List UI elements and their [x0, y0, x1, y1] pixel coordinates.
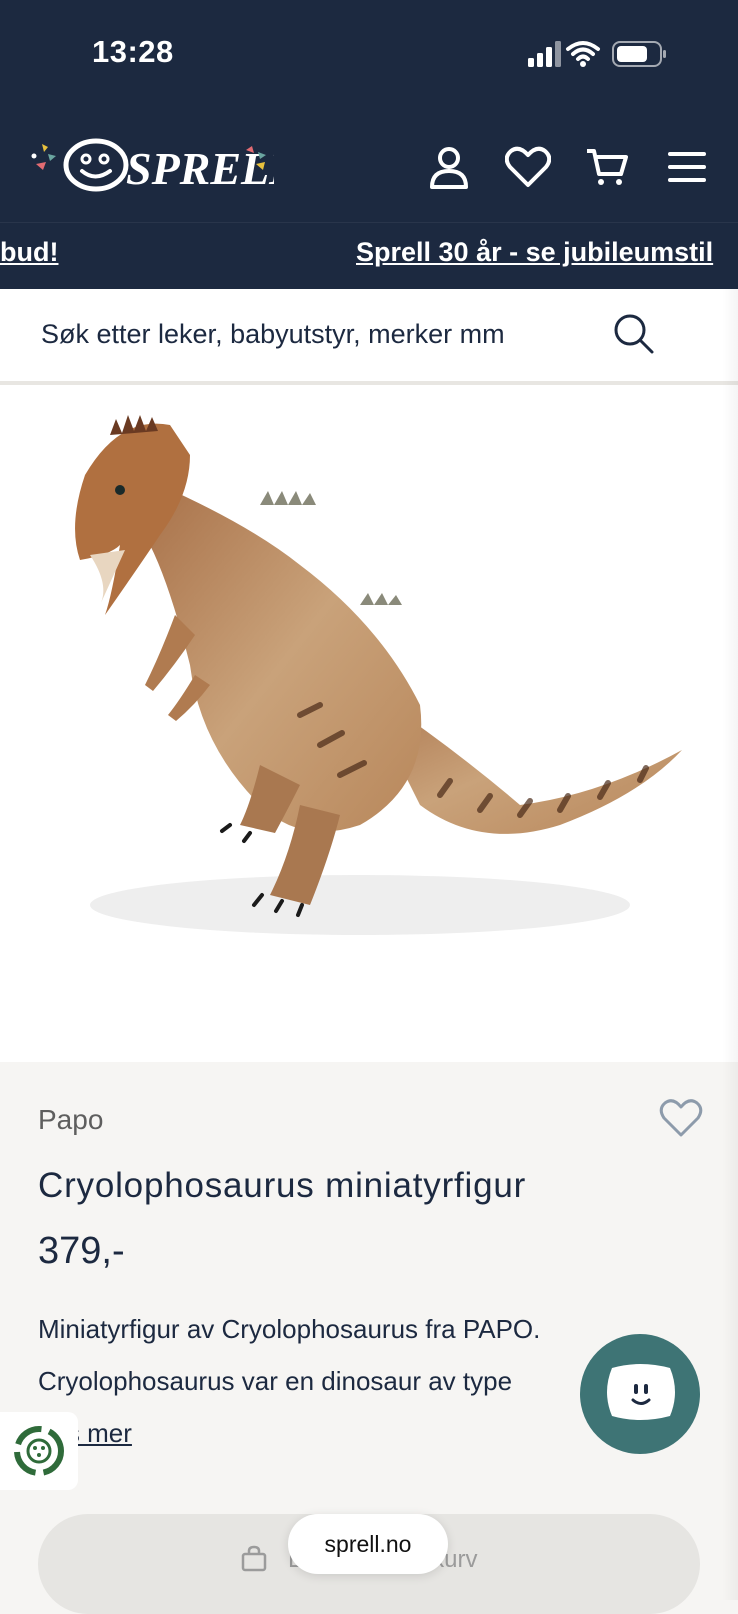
search-input[interactable]: Søk etter leker, babyutstyr, merker mm [41, 319, 505, 350]
shopping-bag-icon [240, 1545, 268, 1573]
logo-icon: SPRELL [31, 138, 297, 194]
signal-wifi-battery-icon [528, 41, 666, 67]
product-brand[interactable]: Papo [38, 1104, 103, 1136]
heart-icon[interactable] [501, 140, 555, 194]
product-description-line: Cryolophosaurus var en dinosaur av type [38, 1366, 513, 1396]
ticker-text-right[interactable]: Sprell 30 år - se jubileumstil [356, 237, 713, 268]
chat-face-icon [607, 1364, 675, 1420]
product-image[interactable] [0, 385, 738, 1062]
ticker-text-left[interactable]: bud! [0, 237, 58, 268]
menu-icon[interactable] [660, 140, 714, 194]
wishlist-heart-icon[interactable] [659, 1098, 703, 1138]
announcement-ticker[interactable]: bud! Sprell 30 år - se jubileumstil [0, 222, 738, 289]
search-icon[interactable] [612, 312, 656, 356]
cart-icon[interactable] [580, 140, 634, 194]
status-time: 13:28 [92, 34, 174, 69]
product-description-line: Miniatyrfigur av Cryolophosaurus fra PAP… [38, 1314, 541, 1344]
account-icon[interactable] [422, 140, 476, 194]
product-title: Cryolophosaurus miniatyrfigur [38, 1166, 527, 1205]
recycle-badge-icon [14, 1426, 64, 1476]
browser-url-pill[interactable]: sprell.no [288, 1514, 448, 1574]
scroll-edge [722, 289, 738, 1600]
chat-button[interactable] [580, 1334, 700, 1454]
sprell-logo[interactable]: SPRELL [28, 132, 297, 202]
dinosaur-figure-image [75, 415, 682, 935]
status-icons [528, 38, 678, 72]
app-header: 13:28 SPRELL [0, 0, 738, 289]
product-price: 379,- [38, 1230, 125, 1272]
certification-badge[interactable] [0, 1412, 78, 1490]
